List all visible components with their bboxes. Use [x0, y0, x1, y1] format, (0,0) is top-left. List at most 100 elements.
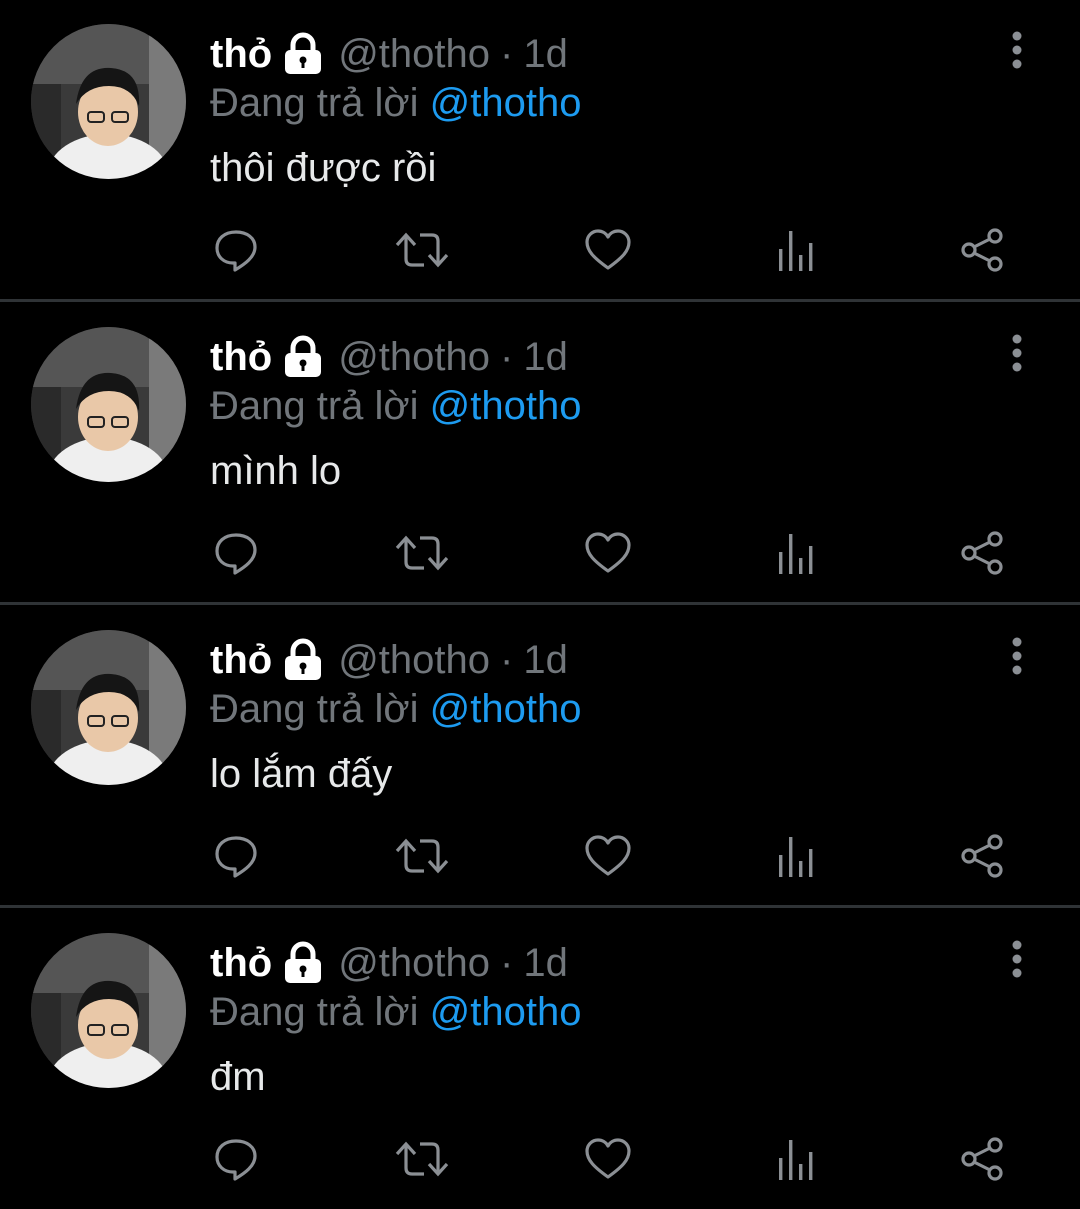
tweet-feed: thỏ @thotho · 1d Đang trả lời @thotho th…	[0, 0, 1080, 1206]
retweet-button[interactable]	[392, 830, 452, 886]
mention-link[interactable]: @thotho	[430, 687, 582, 731]
tweet-divider	[0, 905, 1080, 908]
tweet-divider	[0, 299, 1080, 302]
views-icon	[775, 227, 815, 278]
display-name[interactable]: thỏ	[210, 331, 272, 383]
tweet-text: đm	[210, 1055, 266, 1099]
tweet[interactable]: thỏ @thotho · 1d Đang trả lời @thotho đm	[0, 909, 1080, 1209]
reply-button[interactable]	[206, 1133, 266, 1189]
reply-prefix: Đang trả lời	[210, 384, 419, 428]
retweet-button[interactable]	[392, 1133, 452, 1189]
share-icon	[959, 833, 1005, 884]
timestamp[interactable]: 1d	[523, 634, 568, 686]
handle[interactable]: @thotho	[338, 937, 490, 989]
replying-to: Đang trả lời @thotho	[210, 683, 582, 735]
more-options-button[interactable]	[997, 329, 1037, 381]
share-icon	[959, 530, 1005, 581]
replying-to: Đang trả lời @thotho	[210, 77, 582, 129]
display-name[interactable]: thỏ	[210, 634, 272, 686]
retweet-icon	[394, 1136, 450, 1187]
share-icon	[959, 227, 1005, 278]
more-vertical-icon	[1010, 333, 1024, 378]
views-button[interactable]	[765, 527, 825, 583]
avatar[interactable]	[31, 933, 186, 1088]
lock-icon	[282, 32, 324, 76]
share-button[interactable]	[952, 224, 1012, 280]
retweet-icon	[394, 530, 450, 581]
handle[interactable]: @thotho	[338, 331, 490, 383]
avatar[interactable]	[31, 630, 186, 785]
like-button[interactable]	[578, 527, 638, 583]
mention-link[interactable]: @thotho	[430, 81, 582, 125]
tweet-text: mình lo	[210, 449, 342, 493]
more-options-button[interactable]	[997, 632, 1037, 684]
more-vertical-icon	[1010, 939, 1024, 984]
tweet-header: thỏ @thotho · 1d	[210, 937, 568, 989]
more-vertical-icon	[1010, 636, 1024, 681]
reply-icon	[213, 530, 259, 581]
timestamp[interactable]: 1d	[523, 28, 568, 80]
views-icon	[775, 530, 815, 581]
tweet-header: thỏ @thotho · 1d	[210, 28, 568, 80]
tweet-text: lo lắm đấy	[210, 752, 393, 796]
heart-icon	[584, 1137, 632, 1186]
avatar[interactable]	[31, 24, 186, 179]
views-button[interactable]	[765, 224, 825, 280]
replying-to: Đang trả lời @thotho	[210, 380, 582, 432]
like-button[interactable]	[578, 224, 638, 280]
separator: ·	[500, 335, 514, 379]
separator: ·	[500, 638, 514, 682]
reply-prefix: Đang trả lời	[210, 687, 419, 731]
more-options-button[interactable]	[997, 935, 1037, 987]
reply-icon	[213, 833, 259, 884]
views-icon	[775, 1136, 815, 1187]
share-button[interactable]	[952, 527, 1012, 583]
timestamp[interactable]: 1d	[523, 331, 568, 383]
share-icon	[959, 1136, 1005, 1187]
display-name[interactable]: thỏ	[210, 28, 272, 80]
retweet-icon	[394, 833, 450, 884]
heart-icon	[584, 228, 632, 277]
tweet-text: thôi được rồi	[210, 146, 437, 190]
reply-prefix: Đang trả lời	[210, 990, 419, 1034]
lock-icon	[282, 941, 324, 985]
reply-button[interactable]	[206, 224, 266, 280]
handle[interactable]: @thotho	[338, 28, 490, 80]
views-button[interactable]	[765, 1133, 825, 1189]
reply-button[interactable]	[206, 527, 266, 583]
tweet-divider	[0, 602, 1080, 605]
lock-icon	[282, 638, 324, 682]
tweet[interactable]: thỏ @thotho · 1d Đang trả lời @thotho mì…	[0, 303, 1080, 603]
mention-link[interactable]: @thotho	[430, 990, 582, 1034]
share-button[interactable]	[952, 830, 1012, 886]
separator: ·	[500, 32, 514, 76]
display-name[interactable]: thỏ	[210, 937, 272, 989]
heart-icon	[584, 531, 632, 580]
reply-prefix: Đang trả lời	[210, 81, 419, 125]
retweet-button[interactable]	[392, 224, 452, 280]
retweet-button[interactable]	[392, 527, 452, 583]
reply-icon	[213, 227, 259, 278]
tweet-header: thỏ @thotho · 1d	[210, 331, 568, 383]
separator: ·	[500, 941, 514, 985]
heart-icon	[584, 834, 632, 883]
tweet[interactable]: thỏ @thotho · 1d Đang trả lời @thotho th…	[0, 0, 1080, 300]
more-options-button[interactable]	[997, 26, 1037, 78]
mention-link[interactable]: @thotho	[430, 384, 582, 428]
reply-icon	[213, 1136, 259, 1187]
tweet-header: thỏ @thotho · 1d	[210, 634, 568, 686]
timestamp[interactable]: 1d	[523, 937, 568, 989]
views-button[interactable]	[765, 830, 825, 886]
lock-icon	[282, 335, 324, 379]
like-button[interactable]	[578, 1133, 638, 1189]
views-icon	[775, 833, 815, 884]
like-button[interactable]	[578, 830, 638, 886]
tweet[interactable]: thỏ @thotho · 1d Đang trả lời @thotho lo…	[0, 606, 1080, 906]
reply-button[interactable]	[206, 830, 266, 886]
share-button[interactable]	[952, 1133, 1012, 1189]
replying-to: Đang trả lời @thotho	[210, 986, 582, 1038]
handle[interactable]: @thotho	[338, 634, 490, 686]
more-vertical-icon	[1010, 30, 1024, 75]
retweet-icon	[394, 227, 450, 278]
avatar[interactable]	[31, 327, 186, 482]
